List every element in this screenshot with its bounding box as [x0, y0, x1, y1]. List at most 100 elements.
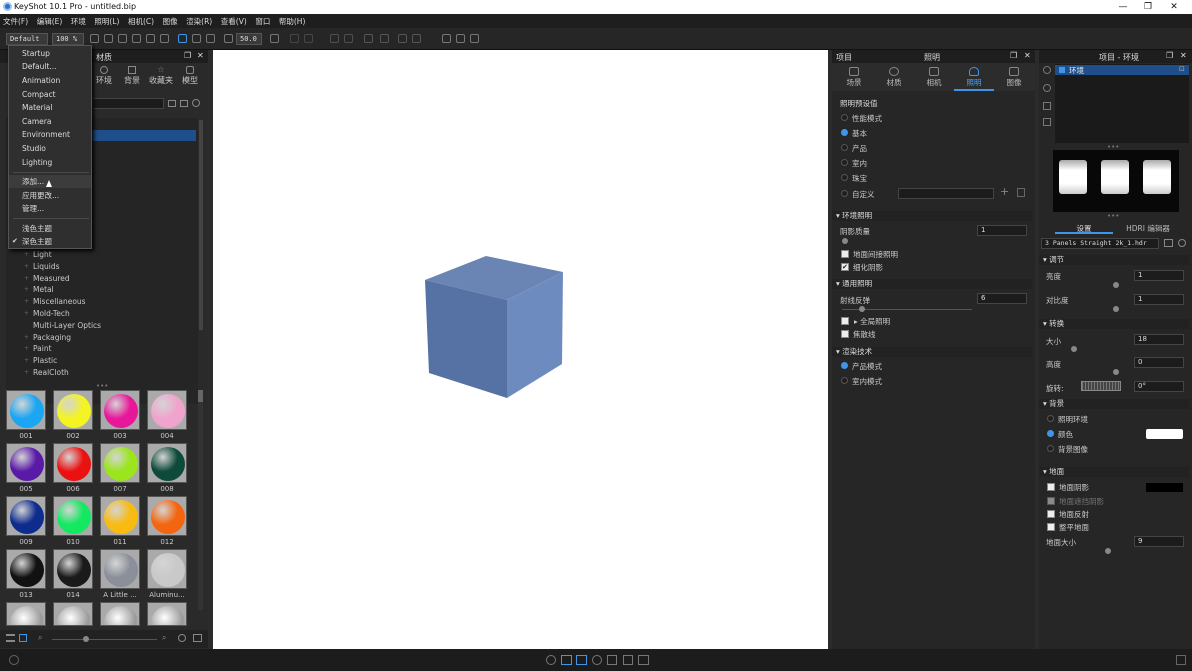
ray-bounces-field[interactable]: 6 [977, 293, 1027, 304]
material-thumbnail[interactable] [147, 602, 187, 626]
contrast-field[interactable]: 1 [1134, 294, 1184, 305]
refresh-icon[interactable] [178, 34, 187, 43]
material-tile[interactable] [53, 602, 93, 626]
material-tile[interactable]: 012 [147, 496, 187, 546]
material-tile[interactable]: A Little ... [100, 549, 140, 599]
menu-image[interactable]: 图像 [160, 14, 181, 27]
crop-icon[interactable] [146, 34, 155, 43]
material-thumbnail[interactable] [147, 496, 187, 536]
category-light[interactable]: + Light [6, 249, 198, 261]
workspace-camera[interactable]: Camera [9, 115, 91, 128]
material-tile[interactable] [6, 602, 46, 626]
global-illumination-label[interactable]: ▸ 全局照明 [854, 316, 890, 327]
material-thumbnail[interactable] [100, 443, 140, 483]
preset-basic-radio[interactable] [841, 129, 848, 136]
brightness-slider[interactable] [1113, 282, 1119, 288]
redo-icon[interactable] [304, 34, 313, 43]
workspace-material[interactable]: Material [9, 101, 91, 114]
material-thumbnail[interactable] [100, 390, 140, 430]
material-tile[interactable]: 006 [53, 443, 93, 493]
image-icon[interactable] [364, 34, 373, 43]
material-tile[interactable]: 003 [100, 390, 140, 440]
material-tile[interactable]: 014 [53, 549, 93, 599]
add-env-icon[interactable] [1043, 66, 1051, 74]
ground-size-slider[interactable] [1105, 548, 1111, 554]
material-tile[interactable]: 013 [6, 549, 46, 599]
tab-background[interactable]: 背景 [120, 66, 144, 86]
tab-favorites[interactable]: ☆ 收藏夹 [148, 66, 174, 86]
env-splitter-handle-2[interactable]: ••• [1107, 212, 1119, 220]
apply-changes-item[interactable]: 应用更改... [9, 189, 91, 202]
copy-icon[interactable] [344, 34, 353, 43]
light-theme-item[interactable]: 浅色主题 [9, 222, 91, 235]
transform-section[interactable]: ▾ 转换 [1039, 319, 1189, 329]
tab-environment[interactable]: 环境 [92, 66, 116, 86]
import-icon[interactable] [546, 655, 556, 665]
thumbnail-size-knob[interactable] [83, 636, 89, 642]
material-thumbnail[interactable] [53, 443, 93, 483]
camera-icon[interactable] [270, 34, 279, 43]
half-sphere-icon[interactable] [132, 34, 141, 43]
menu-view[interactable]: 查看(V) [218, 14, 250, 27]
ground-shadow-checkbox[interactable] [1047, 483, 1055, 491]
material-thumbnail[interactable] [147, 443, 187, 483]
tab-lighting[interactable]: 照明 [954, 63, 994, 91]
material-thumbnail[interactable] [100, 496, 140, 536]
material-thumbnail[interactable] [6, 443, 46, 483]
screenshot-icon[interactable] [638, 655, 649, 665]
rotation-field[interactable]: 0° [1134, 381, 1184, 392]
upload-icon[interactable] [178, 634, 186, 642]
frame-icon[interactable] [160, 34, 169, 43]
env-tree-item[interactable]: 环境 ⊡ [1055, 65, 1189, 75]
bg-color-radio[interactable] [1047, 430, 1054, 437]
category-mold-tech[interactable]: + Mold-Tech [6, 308, 198, 320]
adjust-section[interactable]: ▾ 调节 [1039, 255, 1189, 265]
library-folder-icon[interactable] [193, 634, 202, 642]
folder-icon[interactable] [168, 100, 176, 107]
preset-interior-radio[interactable] [841, 159, 848, 166]
manage-workspaces-item[interactable]: 管理... [9, 202, 91, 215]
general-lighting-section[interactable]: ▾ 通用照明 [832, 279, 1032, 289]
project-toggle-icon[interactable] [576, 655, 587, 665]
render-canvas[interactable] [213, 50, 828, 649]
material-tile[interactable] [147, 602, 187, 626]
material-tile[interactable]: 004 [147, 390, 187, 440]
custom-preset-select[interactable] [898, 188, 994, 199]
dark-theme-item[interactable]: ✔ 深色主题 [9, 235, 91, 248]
bg-color-swatch[interactable] [1146, 429, 1183, 439]
material-thumbnail[interactable] [100, 549, 140, 589]
cut-icon[interactable] [330, 34, 339, 43]
tab-scene[interactable]: 场景 [834, 63, 874, 91]
workspace-animation[interactable]: Animation [9, 74, 91, 87]
category-measured[interactable]: + Measured [6, 273, 198, 285]
height-slider[interactable] [1113, 369, 1119, 375]
tab-models[interactable]: 模型 [178, 66, 202, 86]
category-liquids[interactable]: + Liquids [6, 261, 198, 273]
category-multi-layer-optics[interactable]: Multi-Layer Optics [6, 320, 198, 332]
material-thumbnail[interactable] [6, 390, 46, 430]
material-tile[interactable]: 011 [100, 496, 140, 546]
category-plastic[interactable]: + Plastic [6, 355, 198, 367]
shadow-quality-field[interactable]: 1 [977, 225, 1027, 236]
menu-camera[interactable]: 相机(C) [125, 14, 157, 27]
material-thumbnail[interactable] [6, 496, 46, 536]
reload-hdri-icon[interactable] [1178, 239, 1186, 247]
hdri-file-field[interactable]: 3 Panels Straight 2k_1.hdr [1041, 238, 1159, 249]
material-tile[interactable]: 007 [100, 443, 140, 493]
flatten-shadows-checkbox[interactable]: ✔ [841, 263, 849, 271]
tab-material[interactable]: 材质 [874, 63, 914, 91]
sphere-icon[interactable] [118, 34, 127, 43]
contrast-slider[interactable] [1113, 306, 1119, 312]
align-icon[interactable] [398, 34, 407, 43]
background-section[interactable]: ▾ 背景 [1039, 399, 1189, 409]
shadow-quality-slider[interactable] [842, 238, 848, 244]
thumbnail-size-slider[interactable] [52, 639, 157, 640]
new-folder-icon[interactable] [180, 100, 188, 107]
close-panel-icon[interactable]: ✕ [197, 51, 204, 60]
undock-env-icon[interactable]: ❐ [1166, 51, 1173, 60]
undock-project-icon[interactable]: ❐ [1010, 51, 1017, 60]
lock-icon[interactable]: ⊡ [1179, 65, 1185, 73]
hdri-preview[interactable] [1053, 150, 1179, 212]
menu-edit[interactable]: 编辑(E) [34, 14, 66, 27]
render-output-icon[interactable] [623, 655, 633, 665]
